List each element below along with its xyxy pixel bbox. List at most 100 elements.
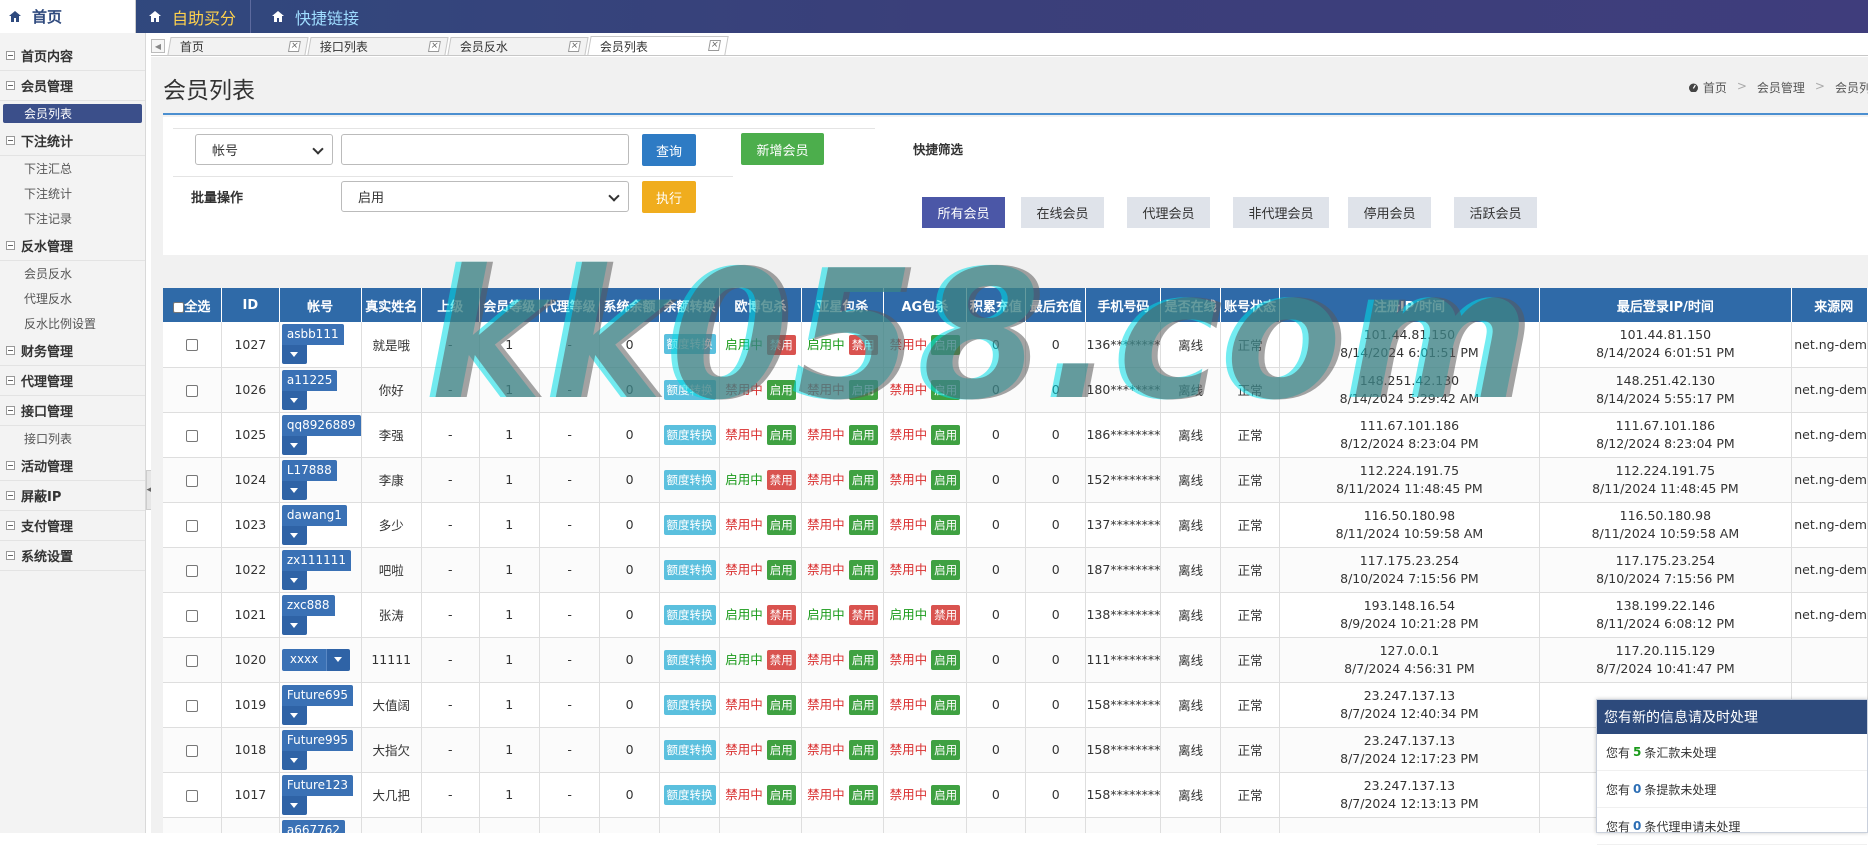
sidebar-group-rebate[interactable]: 反水管理	[0, 231, 145, 261]
sidebar-item-member-list[interactable]: 会员列表	[3, 104, 142, 123]
account-dropdown[interactable]: a11225	[281, 369, 338, 410]
caret-down-icon[interactable]	[281, 525, 307, 545]
row-checkbox[interactable]	[185, 519, 198, 532]
caret-down-icon[interactable]	[281, 795, 307, 815]
enable-button[interactable]: 启用	[931, 515, 961, 535]
enable-button[interactable]: 启用	[931, 470, 961, 490]
sidebar-item-bet-summary[interactable]: 下注汇总	[0, 156, 145, 181]
notification-line-remit[interactable]: 您有 5 条汇款未处理	[1597, 734, 1867, 771]
tab-scroll-left-icon[interactable]: ◀	[151, 39, 165, 53]
enable-button[interactable]: 启用	[931, 650, 961, 670]
disable-button[interactable]: 禁用	[766, 605, 796, 625]
search-field-select[interactable]: 帐号	[195, 134, 333, 165]
execute-button[interactable]: 执行	[642, 181, 696, 213]
filter-agent-members[interactable]: 代理会员	[1127, 197, 1210, 228]
caret-down-icon[interactable]	[281, 480, 307, 500]
account-name[interactable]: a11225	[281, 369, 338, 391]
account-name[interactable]: L17888	[281, 459, 337, 481]
enable-button[interactable]: 启用	[848, 785, 878, 805]
account-dropdown[interactable]: xxxx	[281, 648, 350, 671]
enable-button[interactable]: 启用	[848, 515, 878, 535]
top-quick-link[interactable]: 快捷链接	[251, 0, 373, 33]
enable-button[interactable]: 启用	[931, 334, 961, 355]
sidebar-group-member-management[interactable]: 会员管理	[0, 71, 145, 101]
account-dropdown[interactable]: Future995	[281, 729, 353, 770]
account-dropdown[interactable]: zx111111	[281, 549, 352, 590]
sidebar-group-finance[interactable]: 财务管理	[0, 336, 145, 366]
filter-non-agent-members[interactable]: 非代理会员	[1233, 197, 1329, 228]
enable-button[interactable]: 启用	[766, 560, 796, 580]
query-button[interactable]: 查询	[642, 134, 696, 166]
disable-button[interactable]: 禁用	[766, 470, 796, 490]
balance-convert-button[interactable]: 额度转换	[663, 334, 716, 355]
sidebar-group-bet-stats[interactable]: 下注统计	[0, 126, 145, 156]
balance-convert-button[interactable]: 额度转换	[663, 604, 716, 625]
row-checkbox[interactable]	[185, 654, 198, 667]
enable-button[interactable]: 启用	[848, 470, 878, 490]
balance-convert-button[interactable]: 额度转换	[663, 469, 716, 490]
enable-button[interactable]: 启用	[931, 695, 961, 715]
add-member-button[interactable]: 新增会员	[741, 133, 824, 165]
balance-convert-button[interactable]: 额度转换	[663, 739, 716, 760]
row-checkbox[interactable]	[185, 744, 198, 757]
disable-button[interactable]: 禁用	[848, 605, 878, 625]
account-name[interactable]: zx111111	[281, 549, 352, 571]
sidebar-item-rebate-ratio[interactable]: 反水比例设置	[0, 311, 145, 336]
sidebar-group-payment[interactable]: 支付管理	[0, 511, 145, 541]
caret-down-icon[interactable]	[281, 390, 307, 410]
caret-down-icon[interactable]	[281, 345, 307, 365]
batch-action-select[interactable]: 启用	[341, 181, 629, 212]
close-icon[interactable]: ×	[708, 40, 721, 51]
checkbox[interactable]	[173, 301, 185, 313]
disable-button[interactable]: 禁用	[848, 334, 878, 355]
account-dropdown[interactable]: Future695	[281, 684, 353, 725]
caret-down-icon[interactable]	[281, 705, 307, 725]
tab-api-list[interactable]: 接口列表 ×	[307, 37, 449, 55]
disable-button[interactable]: 禁用	[931, 605, 961, 625]
caret-down-icon[interactable]	[281, 615, 307, 635]
sidebar-item-bet-statistics[interactable]: 下注统计	[0, 181, 145, 206]
row-checkbox[interactable]	[185, 564, 198, 577]
caret-down-icon[interactable]	[281, 750, 307, 770]
sidebar-item-member-rebate[interactable]: 会员反水	[0, 261, 145, 286]
row-checkbox[interactable]	[185, 609, 198, 622]
filter-disabled-members[interactable]: 停用会员	[1348, 197, 1431, 228]
balance-convert-button[interactable]: 额度转换	[663, 424, 716, 445]
balance-convert-button[interactable]: 额度转换	[663, 784, 716, 805]
sidebar-group-agent[interactable]: 代理管理	[0, 366, 145, 396]
sidebar-item-api-list[interactable]: 接口列表	[0, 426, 145, 451]
header-select-all[interactable]: 全选	[163, 288, 222, 322]
enable-button[interactable]: 启用	[766, 425, 796, 445]
account-name[interactable]: Future695	[281, 684, 353, 706]
close-icon[interactable]: ×	[427, 41, 441, 52]
account-name[interactable]: a667762	[281, 819, 346, 833]
filter-all-members[interactable]: 所有会员	[922, 197, 1005, 228]
enable-button[interactable]: 启用	[931, 740, 961, 760]
account-dropdown[interactable]: zxc888	[281, 594, 335, 635]
tab-home[interactable]: 首页 ×	[167, 37, 309, 55]
caret-down-icon[interactable]	[325, 648, 350, 671]
account-dropdown[interactable]: L17888	[281, 459, 337, 500]
top-self-buy-link[interactable]: 自助买分	[136, 0, 250, 33]
sidebar-item-agent-rebate[interactable]: 代理反水	[0, 286, 145, 311]
balance-convert-button[interactable]: 额度转换	[663, 514, 716, 535]
enable-button[interactable]: 启用	[848, 425, 878, 445]
disable-button[interactable]: 禁用	[766, 650, 796, 670]
balance-convert-button[interactable]: 额度转换	[663, 649, 716, 670]
enable-button[interactable]: 启用	[848, 695, 878, 715]
account-name[interactable]: Future123	[281, 774, 353, 796]
row-checkbox[interactable]	[185, 699, 198, 712]
sidebar-group-home-content[interactable]: 首页内容	[0, 41, 145, 71]
sidebar-group-settings[interactable]: 系统设置	[0, 541, 145, 571]
caret-down-icon[interactable]	[281, 570, 307, 590]
breadcrumb-member-management[interactable]: 会员管理	[1757, 79, 1805, 96]
sidebar-group-activity[interactable]: 活动管理	[0, 451, 145, 481]
tab-member-rebate[interactable]: 会员反水 ×	[447, 37, 589, 55]
account-name[interactable]: Future995	[281, 729, 353, 751]
close-icon[interactable]: ×	[567, 41, 581, 52]
balance-convert-button[interactable]: 额度转换	[663, 379, 716, 400]
enable-button[interactable]: 启用	[931, 785, 961, 805]
account-name[interactable]: dawang1	[281, 504, 347, 526]
enable-button[interactable]: 启用	[766, 515, 796, 535]
row-checkbox[interactable]	[185, 384, 198, 397]
